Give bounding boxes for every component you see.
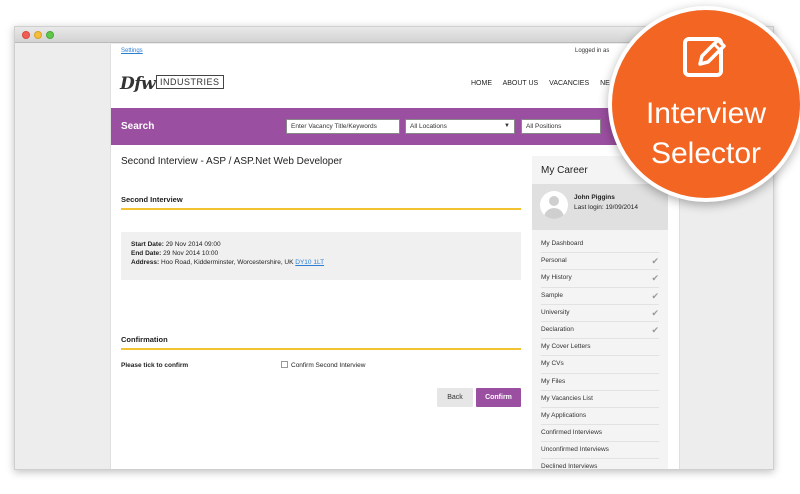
address-label: Address: bbox=[131, 259, 160, 266]
address-value: Hoo Road, Kidderminster, Worcestershire,… bbox=[161, 259, 294, 266]
confirm-checkbox-label[interactable]: Confirm Second Interview bbox=[291, 362, 365, 369]
back-button[interactable]: Back bbox=[437, 388, 473, 407]
sidebar-item-declaration[interactable]: Declaration ✔ bbox=[541, 322, 659, 340]
avatar-body-icon bbox=[544, 208, 564, 219]
top-bar: Settings Logged in as bbox=[111, 44, 681, 58]
nav-vacancies[interactable]: VACANCIES bbox=[549, 80, 589, 87]
logo-dfw-text: Dfw bbox=[120, 74, 156, 94]
sidebar-item-my-vacancies-list[interactable]: My Vacancies List bbox=[541, 391, 659, 408]
locations-value: All Locations bbox=[410, 123, 447, 130]
last-login: Last login: 19/09/2014 bbox=[574, 204, 638, 211]
address-row: Address: Hoo Road, Kidderminster, Worces… bbox=[131, 258, 511, 267]
sidebar-item-label: My Vacancies List bbox=[541, 394, 593, 402]
sidebar-item-label: Confirmed Interviews bbox=[541, 429, 603, 437]
tick-label: Please tick to confirm bbox=[121, 362, 189, 369]
nav-about-us[interactable]: ABOUT US bbox=[503, 80, 539, 87]
sidebar-item-my-dashboard[interactable]: My Dashboard bbox=[541, 236, 659, 254]
sidebar-item-unconfirmed-interviews[interactable]: Unconfirmed Interviews bbox=[541, 442, 659, 460]
main-nav: HOME ABOUT US VACANCIES NE bbox=[471, 80, 619, 87]
sidebar-item-my-files[interactable]: My Files bbox=[541, 374, 659, 391]
sidebar-item-university[interactable]: University ✔ bbox=[541, 305, 659, 322]
sidebar-item-label: My CVs bbox=[541, 360, 564, 368]
profile-name: John Piggins bbox=[574, 194, 615, 201]
keywords-placeholder: Enter Vacancy Title/Keywords bbox=[291, 123, 377, 130]
checkmark-icon: ✔ bbox=[651, 307, 659, 318]
page-title: Second Interview - ASP / ASP.Net Web Dev… bbox=[121, 156, 343, 167]
end-date-value: 29 Nov 2014 10:00 bbox=[163, 250, 219, 257]
nav-home[interactable]: HOME bbox=[471, 80, 492, 87]
section-heading-confirmation: Confirmation bbox=[121, 335, 168, 344]
sidebar-item-label: Unconfirmed Interviews bbox=[541, 446, 609, 454]
sidebar-item-label: Personal bbox=[541, 257, 567, 265]
sidebar-item-label: My Files bbox=[541, 377, 566, 385]
sidebar-item-my-applications[interactable]: My Applications bbox=[541, 408, 659, 426]
sidebar-item-personal[interactable]: Personal ✔ bbox=[541, 253, 659, 271]
sidebar-item-label: My History bbox=[541, 274, 572, 282]
chevron-down-icon: ▼ bbox=[504, 123, 510, 129]
badge-line-1: Interview bbox=[645, 97, 767, 130]
start-date-value: 29 Nov 2014 09:00 bbox=[165, 241, 221, 248]
avatar-head-icon bbox=[549, 196, 559, 206]
settings-link[interactable]: Settings bbox=[121, 48, 143, 54]
sidebar-item-label: Declaration bbox=[541, 325, 574, 333]
sidebar-item-my-cover-letters[interactable]: My Cover Letters bbox=[541, 339, 659, 357]
badge-text: Interview Selector bbox=[612, 94, 800, 174]
search-bar: Search Enter Vacancy Title/Keywords All … bbox=[111, 108, 681, 145]
checkmark-icon: ✔ bbox=[651, 273, 659, 284]
career-sidebar: My Career John Piggins Last login: 19/09… bbox=[532, 156, 668, 470]
section-divider bbox=[121, 208, 521, 210]
nav-news[interactable]: NE bbox=[600, 80, 610, 87]
confirm-checkbox[interactable] bbox=[281, 361, 288, 368]
start-date-label: Start Date: bbox=[131, 241, 164, 248]
interview-selector-badge: Interview Selector bbox=[608, 6, 800, 202]
interview-details: Start Date: 29 Nov 2014 09:00 End Date: … bbox=[121, 232, 521, 280]
checkmark-icon: ✔ bbox=[651, 256, 659, 267]
checkmark-icon: ✔ bbox=[651, 290, 659, 301]
profile-card: John Piggins Last login: 19/09/2014 bbox=[532, 184, 668, 230]
maximize-window-icon[interactable] bbox=[46, 31, 54, 39]
sidebar-item-declined-interviews[interactable]: Declined Interviews bbox=[541, 459, 659, 470]
end-date-label: End Date: bbox=[131, 250, 162, 257]
stage: Settings Logged in as Dfw INDUSTRIES HOM… bbox=[0, 0, 800, 494]
sidebar-item-sample[interactable]: Sample ✔ bbox=[541, 288, 659, 305]
sidebar-title: My Career bbox=[541, 165, 588, 176]
minimize-window-icon[interactable] bbox=[34, 31, 42, 39]
start-date-row: Start Date: 29 Nov 2014 09:00 bbox=[131, 240, 511, 249]
checkmark-icon: ✔ bbox=[651, 324, 659, 335]
search-title: Search bbox=[121, 121, 155, 132]
sidebar-item-my-history[interactable]: My History ✔ bbox=[541, 270, 659, 288]
sidebar-item-label: My Dashboard bbox=[541, 240, 584, 247]
sidebar-item-label: University bbox=[541, 308, 570, 316]
section-divider bbox=[121, 348, 521, 350]
close-window-icon[interactable] bbox=[22, 31, 30, 39]
logo-industries-text: INDUSTRIES bbox=[156, 75, 224, 89]
locations-select[interactable]: All Locations ▼ bbox=[405, 119, 515, 134]
web-page: Settings Logged in as Dfw INDUSTRIES HOM… bbox=[110, 44, 681, 470]
avatar bbox=[540, 191, 568, 219]
pencil-edit-icon bbox=[683, 37, 726, 77]
sidebar-item-label: Sample bbox=[541, 291, 564, 299]
sidebar-item-label: Declined Interviews bbox=[541, 463, 598, 470]
logged-in-text: Logged in as bbox=[575, 48, 610, 54]
positions-value: All Positions bbox=[526, 123, 562, 130]
sidebar-menu: My Dashboard Personal ✔ My History ✔ Sample ✔ U… bbox=[532, 236, 668, 470]
keywords-input[interactable]: Enter Vacancy Title/Keywords bbox=[286, 119, 400, 134]
badge-line-2: Selector bbox=[650, 137, 762, 170]
sidebar-item-label: My Applications bbox=[541, 411, 587, 419]
sidebar-item-label: My Cover Letters bbox=[541, 343, 591, 351]
postcode-link[interactable]: DY10 1LT bbox=[295, 259, 324, 266]
section-heading-second-interview: Second Interview bbox=[121, 195, 183, 204]
sidebar-item-confirmed-interviews[interactable]: Confirmed Interviews bbox=[541, 425, 659, 443]
end-date-row: End Date: 29 Nov 2014 10:00 bbox=[131, 249, 511, 258]
positions-select[interactable]: All Positions bbox=[521, 119, 601, 134]
sidebar-item-my-cvs[interactable]: My CVs bbox=[541, 356, 659, 374]
confirm-button[interactable]: Confirm bbox=[476, 388, 521, 407]
